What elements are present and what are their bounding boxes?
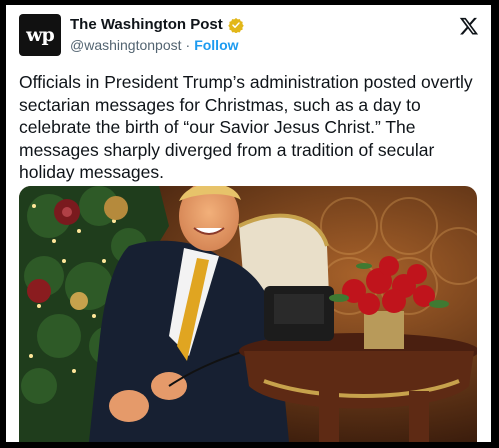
account-name[interactable]: The Washington Post	[70, 16, 223, 33]
follow-button[interactable]: Follow	[194, 37, 238, 53]
tweet-card: wp The Washington Post @washingtonpost ·…	[6, 5, 491, 442]
photo-illustration	[19, 186, 477, 442]
separator-dot: ·	[185, 37, 191, 53]
tweet-text: Officials in President Trump’s administr…	[19, 72, 473, 182]
account-name-row: The Washington Post	[70, 16, 244, 33]
verified-badge-icon	[228, 17, 244, 33]
handle-row: @washingtonpost · Follow	[70, 37, 239, 53]
tweet-header: wp The Washington Post @washingtonpost ·…	[19, 14, 479, 60]
avatar[interactable]: wp	[19, 14, 61, 56]
tweet-photo[interactable]	[19, 186, 477, 442]
avatar-logo-text: wp	[26, 24, 55, 46]
x-logo-icon[interactable]	[459, 16, 479, 36]
account-handle[interactable]: @washingtonpost	[70, 37, 182, 53]
